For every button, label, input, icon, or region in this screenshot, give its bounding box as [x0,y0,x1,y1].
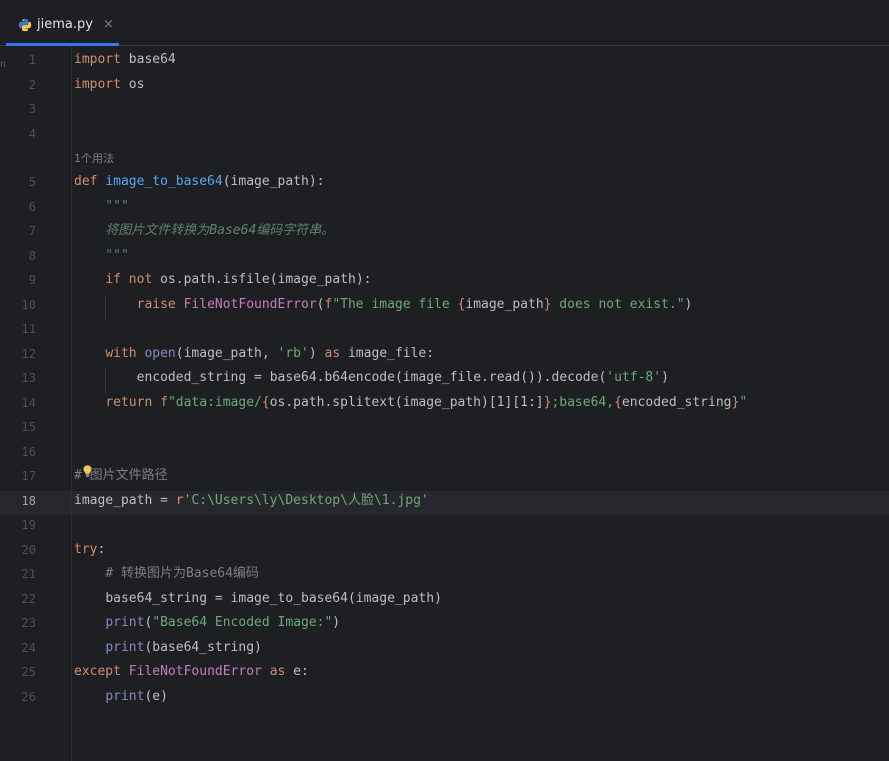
code-line[interactable]: 16 [0,440,889,464]
line-number[interactable]: 11 [0,317,36,341]
line-number[interactable]: 20 [0,538,36,562]
line-number[interactable]: 23 [0,611,36,635]
code-text[interactable]: if not os.path.isfile(image_path): [74,268,371,292]
code-text[interactable]: # 图片文件路径 [74,464,168,488]
code-line[interactable]: 26 print(e) [0,685,889,709]
line-number[interactable]: 4 [0,122,36,146]
usage-hint[interactable]: 1个用法 [74,150,114,168]
code-text[interactable]: import base64 [74,48,176,72]
code-text[interactable]: # 转换图片为Base64编码 [74,562,259,586]
code-text[interactable]: 将图片文件转换为Base64编码字符串。 [74,219,334,243]
code-text[interactable]: except FileNotFoundError as e: [74,660,309,684]
line-number[interactable]: 6 [0,195,36,219]
python-file-icon [18,18,32,31]
code-line[interactable]: 6 """ [0,195,889,219]
active-tab-indicator [6,43,119,46]
code-line[interactable]: 4 [0,122,889,146]
code-line[interactable]: 8 """ [0,244,889,268]
line-number[interactable]: 7 [0,219,36,243]
line-number[interactable]: 14 [0,391,36,415]
code-text[interactable]: """ [74,244,129,268]
line-number[interactable]: 5 [0,170,36,194]
code-text[interactable]: print("Base64 Encoded Image:") [74,611,340,635]
code-text[interactable]: import os [74,73,144,97]
line-number[interactable]: 18 [0,489,36,513]
code-text[interactable]: return f"data:image/{os.path.splitext(im… [74,391,747,415]
code-text[interactable]: def image_to_base64(image_path): [74,170,324,194]
code-text[interactable]: raise FileNotFoundError(f"The image file… [74,293,693,317]
line-number[interactable]: 25 [0,660,36,684]
code-line[interactable]: 22 base64_string = image_to_base64(image… [0,587,889,611]
code-line[interactable]: 25 except FileNotFoundError as e: [0,660,889,684]
code-line[interactable]: 23 print("Base64 Encoded Image:") [0,611,889,635]
line-number[interactable]: 2 [0,73,36,97]
line-number[interactable]: 15 [0,415,36,439]
code-text[interactable]: image_path = r'C:\Users\ly\Desktop\人脸\1.… [74,489,429,513]
code-line[interactable]: 9 if not os.path.isfile(image_path): [0,268,889,292]
line-number[interactable]: 19 [0,513,36,537]
code-line[interactable]: 10 raise FileNotFoundError(f"The image f… [0,293,889,317]
line-number[interactable]: 3 [0,97,36,121]
code-line[interactable]: 13 encoded_string = base64.b64encode(ima… [0,366,889,390]
editor-tab-bar: jiema.py × [0,0,889,46]
code-line[interactable]: 5 def image_to_base64(image_path): [0,170,889,194]
code-line[interactable]: 20 try: [0,538,889,562]
code-text[interactable]: try: [74,538,105,562]
line-number[interactable]: 1 [0,48,36,72]
code-line[interactable]: 12 with open(image_path, 'rb') as image_… [0,342,889,366]
code-line[interactable]: 3 [0,97,889,121]
code-line[interactable]: 17 # 图片文件路径 [0,464,889,488]
line-number[interactable]: 22 [0,587,36,611]
line-number[interactable]: 16 [0,440,36,464]
code-line[interactable]: 19 [0,513,889,537]
tab-filename: jiema.py [37,17,93,32]
code-text[interactable]: with open(image_path, 'rb') as image_fil… [74,342,434,366]
code-text[interactable]: """ [74,195,129,219]
code-editor[interactable]: jiema.py × n 1个用法 1 import base64 2 import … [0,0,889,761]
code-line[interactable]: 15 [0,415,889,439]
tab-jiema-py[interactable]: jiema.py × [6,4,119,46]
line-number[interactable]: 13 [0,366,36,390]
code-text[interactable]: print(base64_string) [74,636,262,660]
line-number[interactable]: 17 [0,464,36,488]
line-number[interactable]: 26 [0,685,36,709]
code-line[interactable]: 7 将图片文件转换为Base64编码字符串。 [0,219,889,243]
code-line[interactable]: 2 import os [0,73,889,97]
code-line[interactable]: 18 image_path = r'C:\Users\ly\Desktop\人脸\… [0,489,889,513]
line-number[interactable]: 8 [0,244,36,268]
code-text[interactable]: print(e) [74,685,168,709]
code-line[interactable]: 11 [0,317,889,341]
code-line[interactable]: 14 return f"data:image/{os.path.splitext… [0,391,889,415]
line-number[interactable]: 9 [0,268,36,292]
close-icon[interactable]: × [103,17,114,32]
line-number[interactable]: 21 [0,562,36,586]
line-number[interactable]: 24 [0,636,36,660]
code-text[interactable]: base64_string = image_to_base64(image_pa… [74,587,442,611]
code-text[interactable]: encoded_string = base64.b64encode(image_… [74,366,669,390]
code-line[interactable]: 24 print(base64_string) [0,636,889,660]
code-line[interactable]: 21 # 转换图片为Base64编码 [0,562,889,586]
line-number[interactable]: 12 [0,342,36,366]
code-line[interactable]: 1 import base64 [0,48,889,72]
line-number[interactable]: 10 [0,293,36,317]
